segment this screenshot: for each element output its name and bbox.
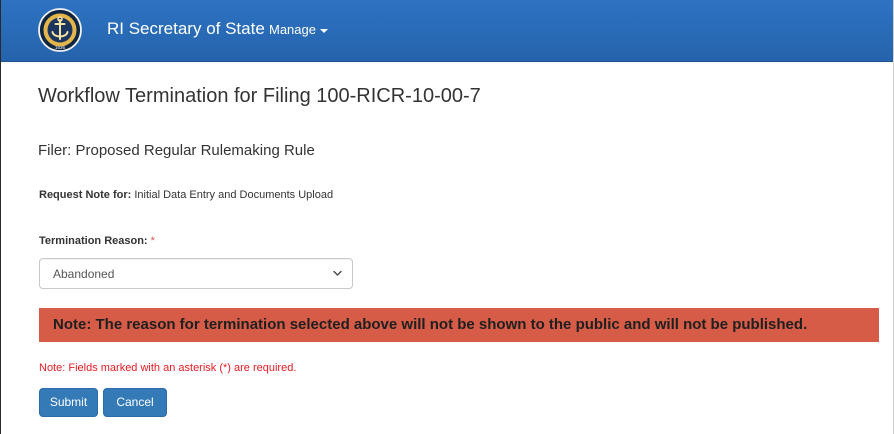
request-note-label: Request Note for: (39, 189, 132, 201)
top-navbar: 1636 RI Secretary of State Manage (1, 0, 893, 62)
filer-text: Filer: Proposed Regular Rulemaking Rule (38, 142, 315, 159)
submit-button[interactable]: Submit (39, 388, 98, 417)
required-fields-note: Note: Fields marked with an asterisk (*)… (39, 362, 297, 374)
termination-warning-banner: Note: The reason for termination selecte… (39, 308, 879, 342)
chevron-down-icon (333, 270, 342, 276)
manage-label: Manage (269, 22, 316, 37)
logo-year-text: 1636 (55, 45, 66, 50)
termination-reason-value: Abandoned (53, 267, 115, 281)
caret-down-icon (319, 28, 328, 33)
brand-link[interactable]: RI Secretary of State (107, 19, 265, 39)
termination-reason-select[interactable]: Abandoned (39, 258, 353, 289)
termination-reason-text: Termination Reason: (39, 235, 148, 247)
termination-reason-label: Termination Reason: * (39, 234, 155, 248)
cancel-button[interactable]: Cancel (103, 388, 167, 417)
page-title: Workflow Termination for Filing 100-RICR… (38, 85, 481, 107)
required-asterisk: * (150, 235, 155, 247)
page: 1636 RI Secretary of State Manage Workfl… (0, 0, 894, 434)
termination-warning-text: Note: The reason for termination selecte… (53, 316, 808, 333)
manage-dropdown[interactable]: Manage (269, 22, 328, 38)
request-note-value: Initial Data Entry and Documents Upload (134, 189, 334, 201)
request-note: Request Note for: Initial Data Entry and… (39, 188, 333, 202)
state-seal-logo[interactable]: 1636 (38, 8, 82, 52)
